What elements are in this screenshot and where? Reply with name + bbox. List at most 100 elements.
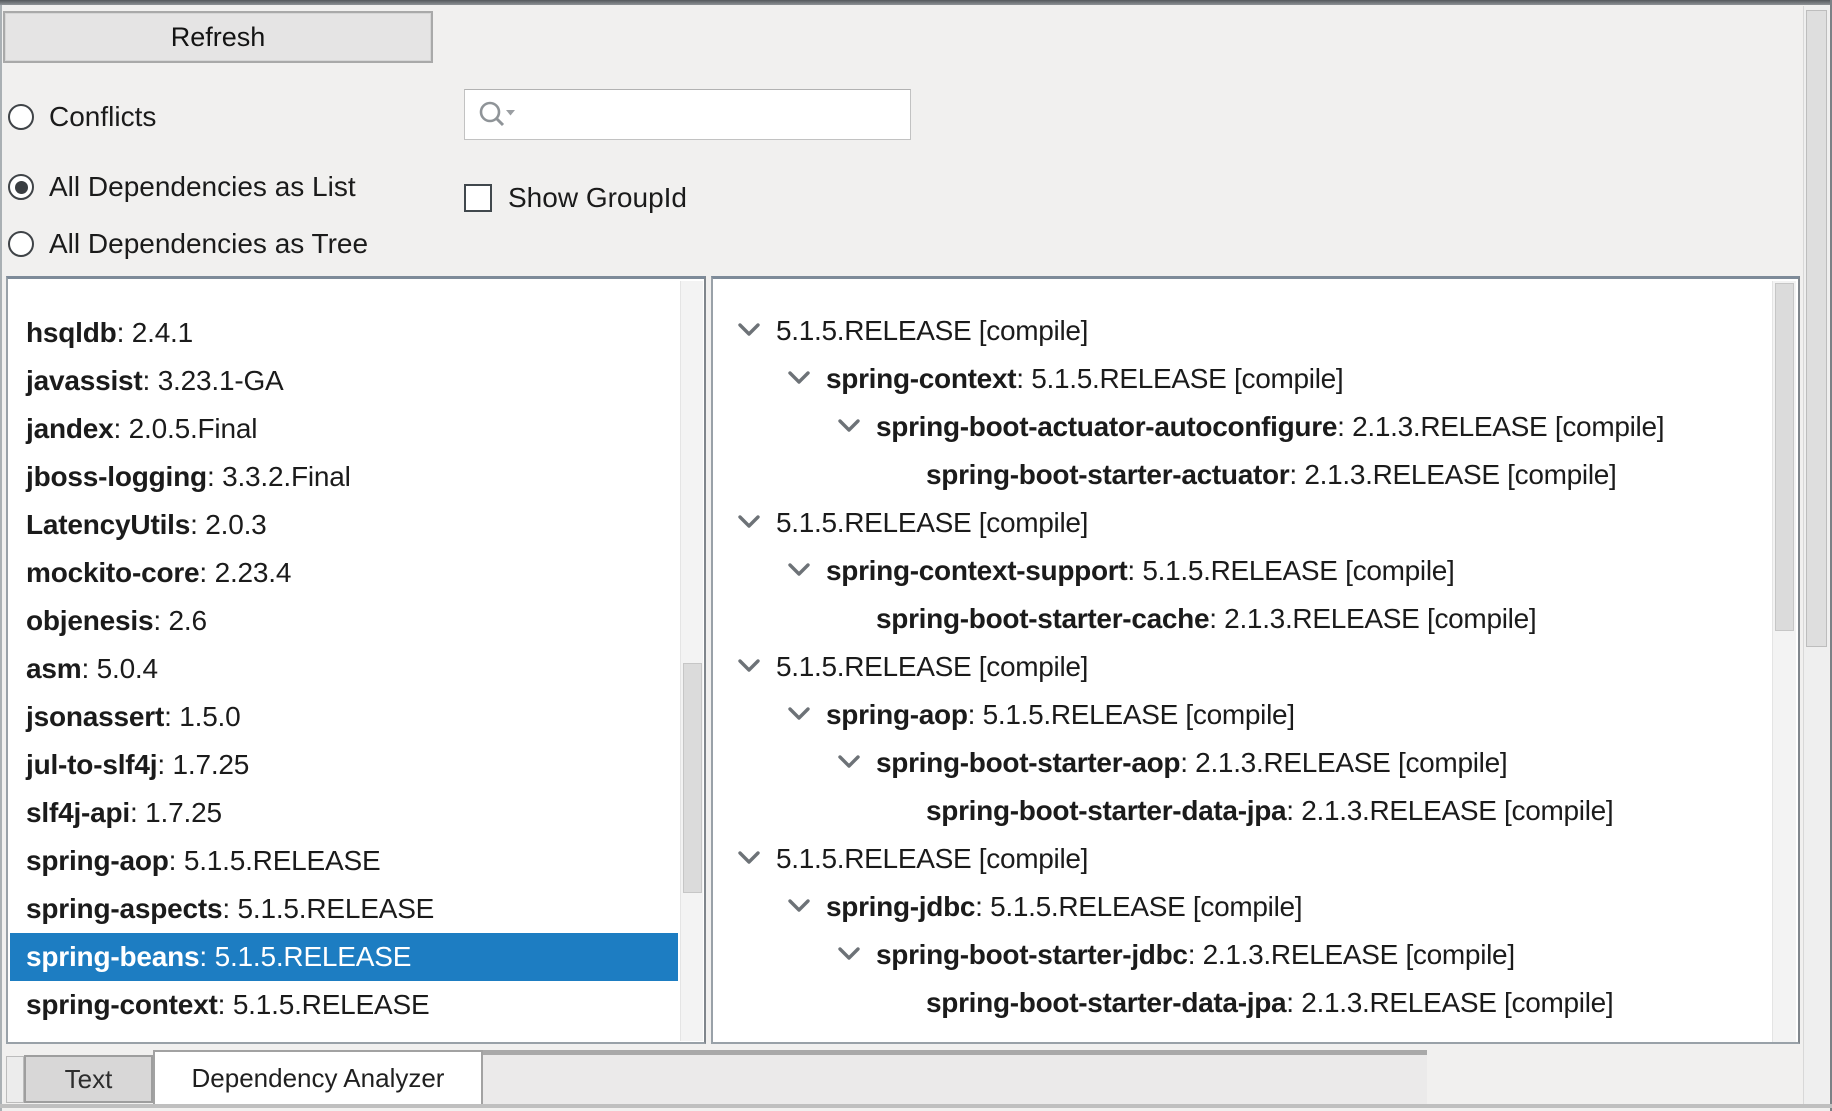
tree-row[interactable]: 5.1.5.RELEASE [compile]	[713, 499, 1771, 547]
tree-row[interactable]: spring-boot-starter-data-jpa : 2.1.3.REL…	[713, 787, 1771, 835]
tree-row[interactable]: spring-aop : 5.1.5.RELEASE [compile]	[713, 691, 1771, 739]
scrollbar-thumb[interactable]	[1806, 10, 1827, 647]
tree-node-name: spring-boot-starter-actuator	[926, 459, 1289, 491]
tree-node-version: : 5.1.5.RELEASE [compile]	[1016, 363, 1343, 395]
tab-bar-corner	[6, 1056, 24, 1103]
tree-node-version: : 5.1.5.RELEASE [compile]	[968, 699, 1295, 731]
tree-row[interactable]: 5.1.5.RELEASE [compile]	[713, 835, 1771, 883]
dependency-name: jandex	[26, 413, 114, 445]
chevron-down-icon[interactable]	[786, 894, 812, 920]
chevron-down-icon[interactable]	[736, 318, 762, 344]
scrollbar-thumb[interactable]	[1775, 283, 1794, 631]
tree-node-name: spring-boot-starter-jdbc	[876, 939, 1188, 971]
dependency-list-item[interactable]: objenesis : 2.6	[10, 597, 678, 645]
usage-tree: 5.1.5.RELEASE [compile]spring-context : …	[713, 279, 1771, 1027]
show-groupid-checkbox-row[interactable]: Show GroupId	[464, 170, 687, 226]
tree-row[interactable]: 5.1.5.RELEASE [compile]	[713, 643, 1771, 691]
checkbox-label: Show GroupId	[508, 182, 687, 214]
window-scrollbar[interactable]	[1803, 6, 1829, 1104]
chevron-down-icon[interactable]	[836, 750, 862, 776]
chevron-down-icon[interactable]	[836, 414, 862, 440]
radio-conflicts[interactable]: Conflicts	[8, 91, 156, 143]
dependency-version: : 2.4.1	[117, 317, 193, 349]
chevron-down-icon[interactable]	[736, 654, 762, 680]
radio-all-dependencies-as-list[interactable]: All Dependencies as List	[8, 161, 356, 213]
dependency-name: asm	[26, 653, 81, 685]
tree-node-name: spring-boot-actuator-autoconfigure	[876, 411, 1337, 443]
tree-node-version: : 2.1.3.RELEASE [compile]	[1286, 987, 1613, 1019]
dependency-list-item[interactable]: jsonassert : 1.5.0	[10, 693, 678, 741]
tree-node-version: 5.1.5.RELEASE [compile]	[776, 507, 1088, 539]
dependency-name: objenesis	[26, 605, 153, 637]
tree-node-name: spring-boot-starter-cache	[876, 603, 1209, 635]
dependency-list-item[interactable]: jboss-logging : 3.3.2.Final	[10, 453, 678, 501]
tree-node-name: spring-jdbc	[826, 891, 975, 923]
dependency-name: spring-aop	[26, 845, 169, 877]
tree-row[interactable]: spring-boot-starter-jdbc : 2.1.3.RELEASE…	[713, 931, 1771, 979]
radio-label: All Dependencies as List	[49, 171, 356, 203]
dependency-list-item[interactable]: asm : 5.0.4	[10, 645, 678, 693]
dependency-list-scrollbar[interactable]	[680, 281, 703, 1041]
dependency-name: spring-aspects	[26, 893, 222, 925]
tree-node-version: 5.1.5.RELEASE [compile]	[776, 651, 1088, 683]
chevron-down-icon[interactable]	[836, 942, 862, 968]
tree-row[interactable]: spring-context-support : 5.1.5.RELEASE […	[713, 547, 1771, 595]
dependency-list-item[interactable]: jul-to-slf4j : 1.7.25	[10, 741, 678, 789]
dependency-list-item[interactable]: javassist : 3.23.1-GA	[10, 357, 678, 405]
tree-row[interactable]: 5.1.5.RELEASE [compile]	[713, 307, 1771, 355]
dependency-version: : 5.0.4	[81, 653, 157, 685]
dependency-list-item[interactable]: slf4j-api : 1.7.25	[10, 789, 678, 837]
tree-node-version: : 2.1.3.RELEASE [compile]	[1289, 459, 1616, 491]
search-input[interactable]	[525, 94, 910, 136]
usage-tree-scrollbar[interactable]	[1772, 281, 1796, 1042]
tree-row[interactable]: spring-boot-starter-data-jpa : 2.1.3.REL…	[713, 979, 1771, 1027]
chevron-down-icon[interactable]	[786, 558, 812, 584]
dependency-list-item[interactable]: mockito-core : 2.23.4	[10, 549, 678, 597]
dependency-list-item[interactable]: jandex : 2.0.5.Final	[10, 405, 678, 453]
dependency-list: hsqldb : 2.4.1javassist : 3.23.1-GAjande…	[10, 281, 678, 1029]
checkbox-icon[interactable]	[464, 184, 492, 212]
refresh-button[interactable]: Refresh	[3, 11, 433, 63]
tab-dependency-analyzer[interactable]: Dependency Analyzer	[153, 1050, 483, 1104]
tree-row[interactable]: spring-boot-starter-cache : 2.1.3.RELEAS…	[713, 595, 1771, 643]
tree-row[interactable]: spring-boot-starter-aop : 2.1.3.RELEASE …	[713, 739, 1771, 787]
dependency-version: : 3.23.1-GA	[143, 365, 284, 397]
tab-label: Dependency Analyzer	[192, 1063, 445, 1094]
dependency-list-item[interactable]: hsqldb : 2.4.1	[10, 309, 678, 357]
dependency-version: : 2.6	[153, 605, 206, 637]
window-top-border	[0, 0, 1832, 5]
search-icon[interactable]	[477, 99, 517, 131]
dependency-list-item[interactable]: LatencyUtils : 2.0.3	[10, 501, 678, 549]
dependency-name: spring-context	[26, 989, 218, 1021]
radio-icon-selected[interactable]	[8, 174, 34, 200]
radio-icon[interactable]	[8, 104, 34, 130]
dependency-version: : 3.3.2.Final	[207, 461, 351, 493]
dependency-list-item[interactable]: spring-context : 5.1.5.RELEASE	[10, 981, 678, 1029]
tree-row[interactable]: spring-boot-starter-actuator : 2.1.3.REL…	[713, 451, 1771, 499]
tree-node-name: spring-aop	[826, 699, 968, 731]
dependency-list-item[interactable]: spring-aspects : 5.1.5.RELEASE	[10, 885, 678, 933]
window-left-border	[0, 5, 2, 1111]
search-field[interactable]	[464, 89, 911, 140]
tree-row[interactable]: spring-context : 5.1.5.RELEASE [compile]	[713, 355, 1771, 403]
dependency-version: : 2.0.3	[190, 509, 266, 541]
dependency-list-item[interactable]: spring-aop : 5.1.5.RELEASE	[10, 837, 678, 885]
tree-row[interactable]: spring-boot-actuator-autoconfigure : 2.1…	[713, 403, 1771, 451]
dependency-version: : 1.7.25	[130, 797, 222, 829]
dependency-version: : 2.23.4	[199, 557, 291, 589]
tree-node-version: : 5.1.5.RELEASE [compile]	[1127, 555, 1454, 587]
tree-row[interactable]: spring-jdbc : 5.1.5.RELEASE [compile]	[713, 883, 1771, 931]
radio-label: All Dependencies as Tree	[49, 228, 368, 260]
chevron-down-icon[interactable]	[786, 366, 812, 392]
scrollbar-thumb[interactable]	[683, 663, 702, 893]
chevron-down-icon[interactable]	[736, 510, 762, 536]
dependency-name: hsqldb	[26, 317, 117, 349]
dependency-name: spring-beans	[26, 941, 199, 973]
chevron-down-icon[interactable]	[786, 702, 812, 728]
dependency-list-item[interactable]: spring-beans : 5.1.5.RELEASE	[10, 933, 678, 981]
tab-text[interactable]: Text	[24, 1055, 153, 1103]
radio-icon[interactable]	[8, 231, 34, 257]
chevron-down-icon[interactable]	[736, 846, 762, 872]
dependency-version: : 1.7.25	[157, 749, 249, 781]
radio-all-dependencies-as-tree[interactable]: All Dependencies as Tree	[8, 218, 368, 270]
